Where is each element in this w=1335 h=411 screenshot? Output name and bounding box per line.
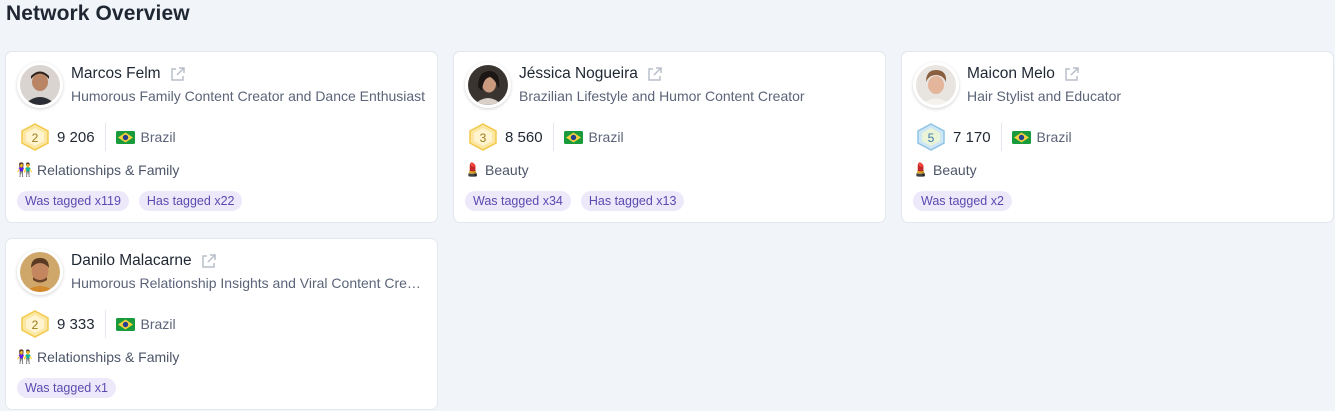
tag-list: Was tagged x119 Has tagged x22 — [17, 191, 243, 211]
avatar[interactable] — [913, 62, 959, 108]
lipstick-icon: 💄 — [464, 162, 482, 177]
level-number: 3 — [480, 131, 487, 145]
avatar[interactable] — [17, 249, 63, 295]
brazil-flag-icon — [115, 317, 135, 331]
stats-row: 3 8 560 Brazil — [466, 122, 624, 152]
external-link-icon[interactable] — [1063, 66, 1080, 83]
stats-row: 2 9 333 Brazil — [18, 309, 176, 339]
profile-card[interactable]: Marcos Felm Humorous Family Content Crea… — [5, 51, 438, 223]
tag-list: Was tagged x34 Has tagged x13 — [465, 191, 685, 211]
profile-bio: Humorous Family Content Creator and Danc… — [71, 88, 426, 104]
tagged-badge: Was tagged x119 — [17, 191, 129, 211]
tagged-badge: Was tagged x2 — [913, 191, 1012, 211]
level-badge-icon: 2 — [18, 122, 52, 152]
level-number: 2 — [32, 131, 39, 145]
category: 👫 Relationships & Family — [17, 349, 179, 365]
external-link-icon[interactable] — [646, 66, 663, 83]
category-label: Beauty — [485, 162, 529, 178]
profile-card[interactable]: Danilo Malacarne Humorous Relationship I… — [5, 238, 438, 410]
profile-grid: Marcos Felm Humorous Family Content Crea… — [5, 51, 1334, 410]
avatar[interactable] — [465, 62, 511, 108]
level-number: 2 — [32, 318, 39, 332]
external-link-icon[interactable] — [200, 253, 217, 270]
divider — [1000, 123, 1002, 151]
avatar[interactable] — [17, 62, 63, 108]
category: 💄 Beauty — [913, 162, 977, 178]
stats-row: 2 9 206 Brazil — [18, 122, 176, 152]
profile-bio: Humorous Relationship Insights and Viral… — [71, 275, 427, 291]
profile-name[interactable]: Maicon Melo — [967, 65, 1055, 83]
level-badge-icon: 3 — [466, 122, 500, 152]
tagged-badge: Has tagged x13 — [580, 191, 685, 211]
level-number: 5 — [928, 131, 935, 145]
family-icon: 👫 — [16, 349, 34, 364]
profile-name[interactable]: Danilo Malacarne — [71, 252, 192, 270]
level-badge-icon: 2 — [18, 309, 52, 339]
country-label: Brazil — [1036, 129, 1072, 145]
profile-name[interactable]: Jéssica Nogueira — [519, 65, 638, 83]
follower-count: 7 170 — [953, 128, 991, 146]
diamond-level-badge-icon: 5 — [914, 122, 948, 152]
tagged-badge: Was tagged x34 — [465, 191, 571, 211]
follower-count: 9 333 — [57, 315, 95, 333]
tag-list: Was tagged x2 — [913, 191, 1012, 211]
page-title: Network Overview — [6, 2, 190, 25]
follower-count: 9 206 — [57, 128, 95, 146]
profile-card[interactable]: Maicon Melo Hair Stylist and Educator 5 … — [901, 51, 1334, 223]
country-label: Brazil — [588, 129, 624, 145]
follower-count: 8 560 — [505, 128, 543, 146]
divider — [552, 123, 554, 151]
profile-bio: Brazilian Lifestyle and Humor Content Cr… — [519, 88, 805, 104]
stats-row: 5 7 170 Brazil — [914, 122, 1072, 152]
category-label: Beauty — [933, 162, 977, 178]
country-label: Brazil — [140, 129, 176, 145]
country-label: Brazil — [140, 316, 176, 332]
tagged-badge: Was tagged x1 — [17, 378, 116, 398]
tag-list: Was tagged x1 — [17, 378, 116, 398]
divider — [104, 123, 106, 151]
brazil-flag-icon — [1011, 130, 1031, 144]
profile-bio: Hair Stylist and Educator — [967, 88, 1122, 104]
category-label: Relationships & Family — [37, 162, 180, 178]
category: 💄 Beauty — [465, 162, 529, 178]
tagged-badge: Has tagged x22 — [138, 191, 243, 211]
lipstick-icon: 💄 — [912, 162, 930, 177]
profile-name[interactable]: Marcos Felm — [71, 65, 161, 83]
family-icon: 👫 — [16, 162, 34, 177]
profile-card[interactable]: Jéssica Nogueira Brazilian Lifestyle and… — [453, 51, 886, 223]
brazil-flag-icon — [115, 130, 135, 144]
category-label: Relationships & Family — [37, 349, 180, 365]
external-link-icon[interactable] — [169, 66, 186, 83]
divider — [104, 310, 106, 338]
category: 👫 Relationships & Family — [17, 162, 179, 178]
brazil-flag-icon — [563, 130, 583, 144]
